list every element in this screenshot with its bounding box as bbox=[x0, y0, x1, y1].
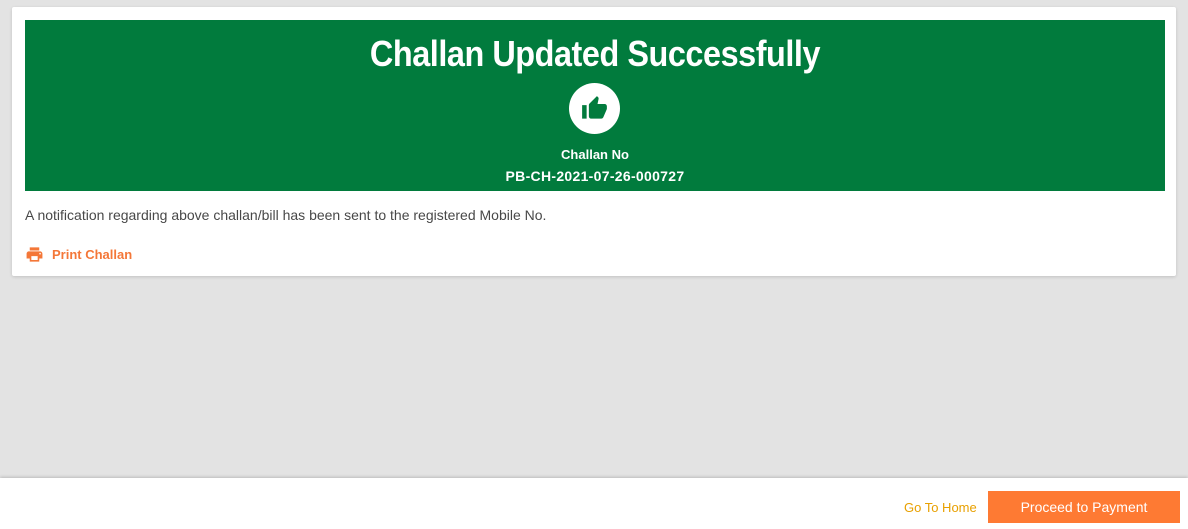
printer-icon bbox=[26, 247, 43, 262]
proceed-to-payment-button[interactable]: Proceed to Payment bbox=[988, 491, 1180, 523]
print-challan-label: Print Challan bbox=[52, 247, 133, 262]
print-challan-link[interactable]: Print Challan bbox=[25, 245, 132, 264]
challan-number-label: Challan No bbox=[561, 147, 629, 162]
thumbs-up-icon bbox=[569, 83, 620, 134]
success-title: Challan Updated Successfully bbox=[369, 33, 821, 74]
challan-number-value: PB-CH-2021-07-26-000727 bbox=[505, 168, 685, 184]
notification-message: A notification regarding above challan/b… bbox=[25, 207, 547, 223]
success-banner: Challan Updated Successfully Challan No … bbox=[25, 20, 1165, 191]
action-footer: Go To Home Proceed to Payment bbox=[0, 478, 1188, 529]
go-to-home-link[interactable]: Go To Home bbox=[904, 500, 977, 515]
acknowledgement-card: Challan Updated Successfully Challan No … bbox=[12, 7, 1176, 276]
